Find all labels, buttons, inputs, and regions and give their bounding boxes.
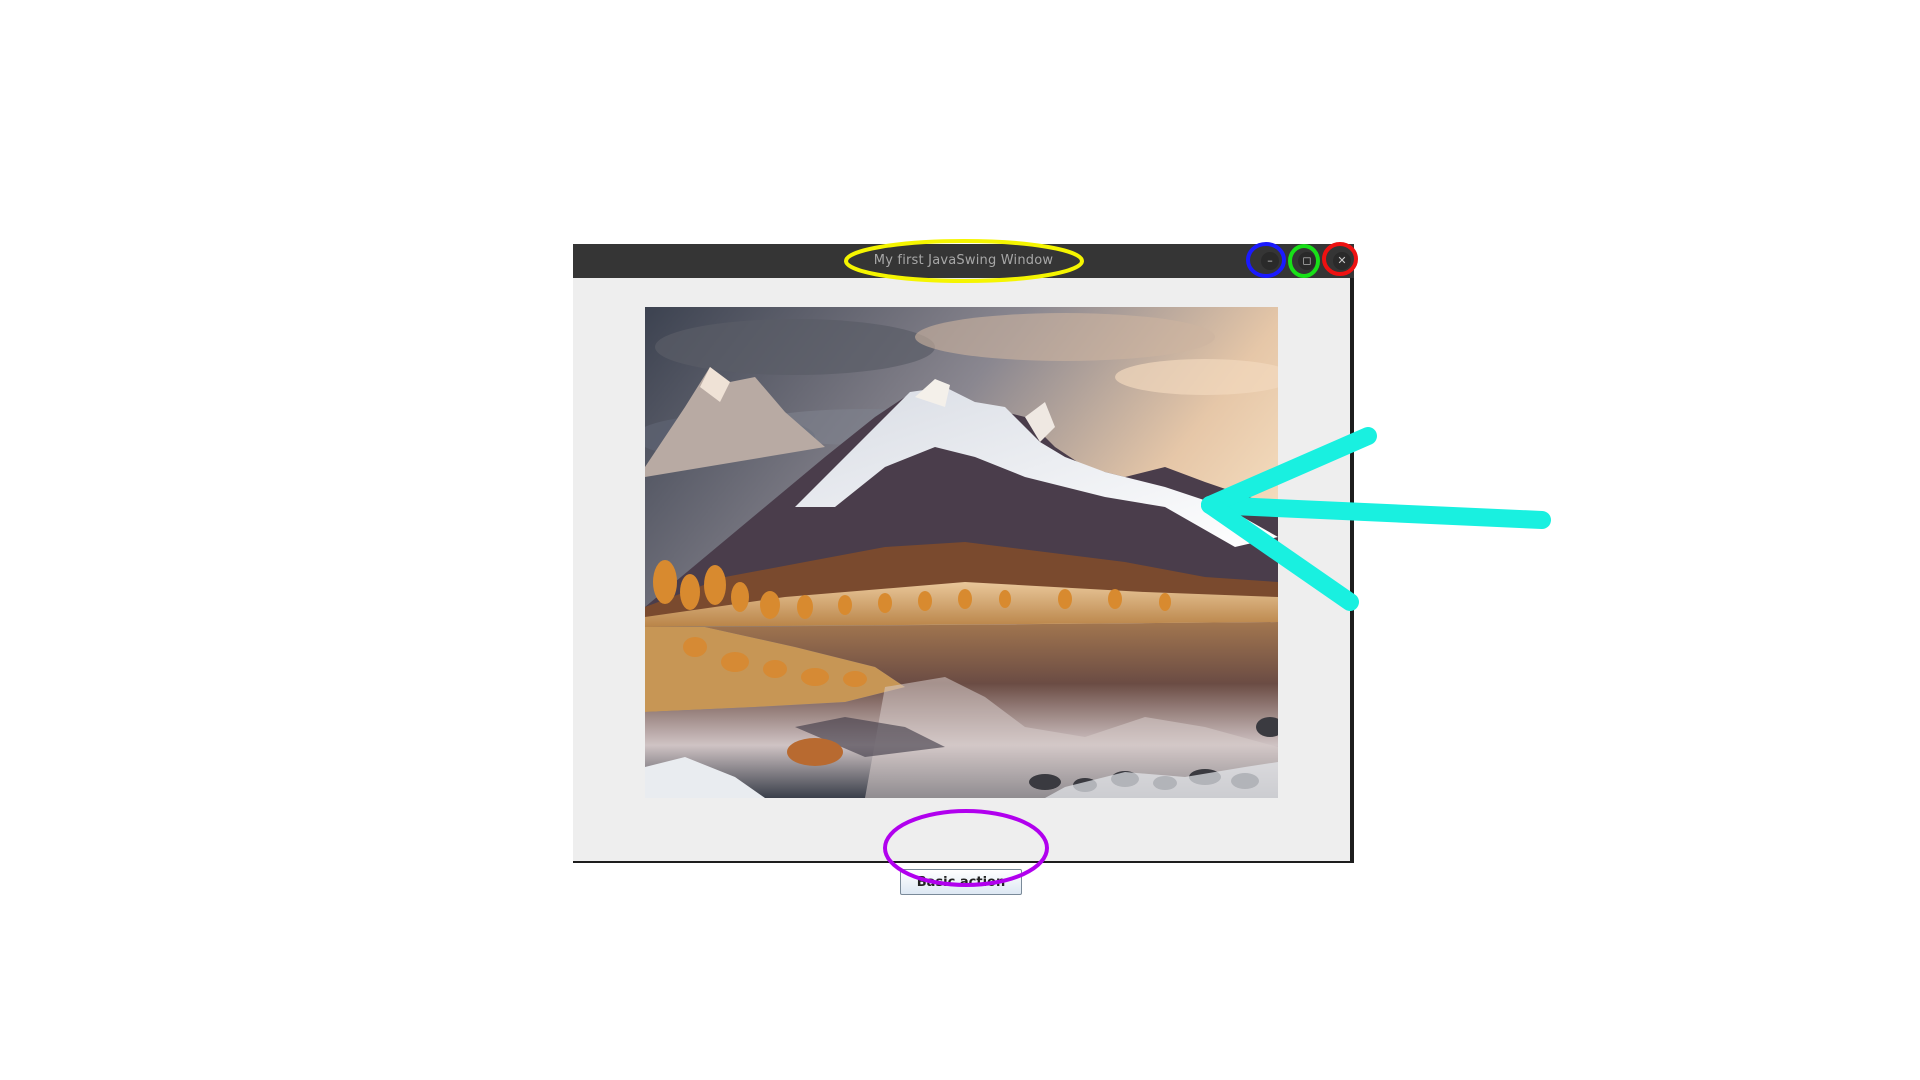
app-window: My first JavaSwing Window – ◻ ✕ Basic ac… bbox=[573, 244, 1354, 895]
content-pane: Basic action bbox=[573, 278, 1350, 895]
minimize-icon: – bbox=[1267, 254, 1273, 267]
basic-action-button[interactable]: Basic action bbox=[900, 869, 1022, 895]
landscape-image bbox=[645, 307, 1278, 798]
minimize-button[interactable]: – bbox=[1261, 252, 1279, 270]
title-bar[interactable]: My first JavaSwing Window – ◻ ✕ bbox=[573, 244, 1354, 278]
close-icon: ✕ bbox=[1337, 254, 1347, 267]
maximize-button[interactable]: ◻ bbox=[1298, 252, 1316, 270]
screen: My first JavaSwing Window – ◻ ✕ Basic ac… bbox=[0, 0, 1920, 1080]
close-button[interactable]: ✕ bbox=[1333, 252, 1351, 270]
maximize-icon: ◻ bbox=[1302, 254, 1312, 267]
window-title: My first JavaSwing Window bbox=[873, 253, 1054, 268]
